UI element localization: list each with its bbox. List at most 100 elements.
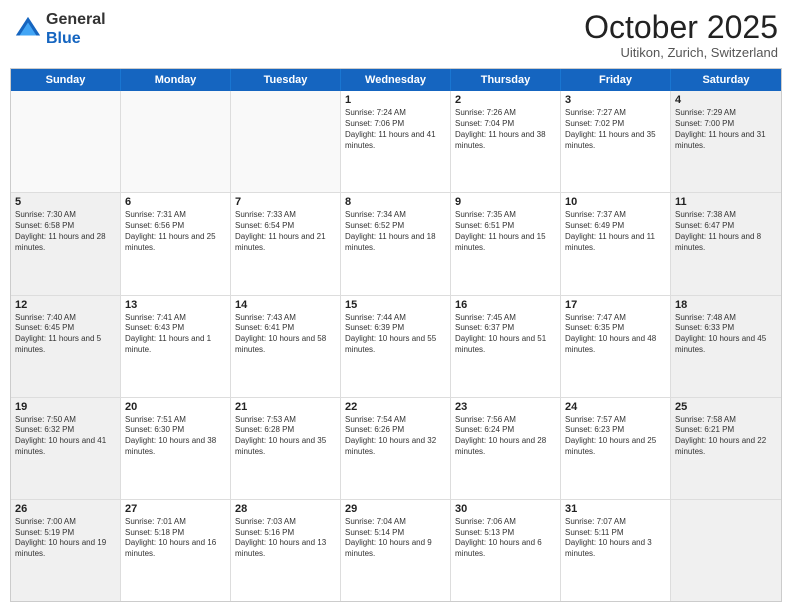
cell-info: Sunrise: 7:01 AM Sunset: 5:18 PM Dayligh… [125,517,226,560]
day-number: 27 [125,503,226,515]
day-number: 18 [675,299,777,311]
weekday-header: Thursday [451,69,561,91]
calendar-header: SundayMondayTuesdayWednesdayThursdayFrid… [11,69,781,91]
day-number: 13 [125,299,226,311]
cell-info: Sunrise: 7:58 AM Sunset: 6:21 PM Dayligh… [675,415,777,458]
day-number: 19 [15,401,116,413]
day-number: 17 [565,299,666,311]
day-number: 1 [345,94,446,106]
cell-info: Sunrise: 7:44 AM Sunset: 6:39 PM Dayligh… [345,313,446,356]
day-number: 11 [675,196,777,208]
calendar-cell [11,91,121,192]
day-number: 24 [565,401,666,413]
logo-text: General Blue [46,10,106,48]
logo-icon [14,15,42,43]
calendar-cell: 15 Sunrise: 7:44 AM Sunset: 6:39 PM Dayli… [341,296,451,397]
day-number: 10 [565,196,666,208]
logo: General Blue [14,10,106,48]
title-block: October 2025 Uitikon, Zurich, Switzerlan… [584,10,778,60]
calendar-row: 19 Sunrise: 7:50 AM Sunset: 6:32 PM Dayli… [11,398,781,500]
calendar-cell: 3 Sunrise: 7:27 AM Sunset: 7:02 PM Daylig… [561,91,671,192]
cell-info: Sunrise: 7:50 AM Sunset: 6:32 PM Dayligh… [15,415,116,458]
weekday-header: Friday [561,69,671,91]
cell-info: Sunrise: 7:54 AM Sunset: 6:26 PM Dayligh… [345,415,446,458]
weekday-header: Tuesday [231,69,341,91]
cell-info: Sunrise: 7:56 AM Sunset: 6:24 PM Dayligh… [455,415,556,458]
cell-info: Sunrise: 7:47 AM Sunset: 6:35 PM Dayligh… [565,313,666,356]
cell-info: Sunrise: 7:51 AM Sunset: 6:30 PM Dayligh… [125,415,226,458]
cell-info: Sunrise: 7:57 AM Sunset: 6:23 PM Dayligh… [565,415,666,458]
calendar-cell: 11 Sunrise: 7:38 AM Sunset: 6:47 PM Dayli… [671,193,781,294]
calendar-cell: 13 Sunrise: 7:41 AM Sunset: 6:43 PM Dayli… [121,296,231,397]
calendar-cell: 17 Sunrise: 7:47 AM Sunset: 6:35 PM Dayli… [561,296,671,397]
day-number: 6 [125,196,226,208]
month-title: October 2025 [584,10,778,45]
day-number: 29 [345,503,446,515]
cell-info: Sunrise: 7:24 AM Sunset: 7:06 PM Dayligh… [345,108,446,151]
day-number: 25 [675,401,777,413]
day-number: 16 [455,299,556,311]
calendar-cell: 21 Sunrise: 7:53 AM Sunset: 6:28 PM Dayli… [231,398,341,499]
day-number: 15 [345,299,446,311]
calendar-row: 26Sunrise: 7:00 AM Sunset: 5:19 PM Dayli… [11,500,781,601]
calendar-cell: 30Sunrise: 7:06 AM Sunset: 5:13 PM Dayli… [451,500,561,601]
calendar-cell: 25 Sunrise: 7:58 AM Sunset: 6:21 PM Dayli… [671,398,781,499]
calendar-cell: 24 Sunrise: 7:57 AM Sunset: 6:23 PM Dayli… [561,398,671,499]
cell-info: Sunrise: 7:03 AM Sunset: 5:16 PM Dayligh… [235,517,336,560]
weekday-header: Sunday [11,69,121,91]
calendar-cell: 23Sunrise: 7:56 AM Sunset: 6:24 PM Dayli… [451,398,561,499]
location: Uitikon, Zurich, Switzerland [584,45,778,60]
calendar-body: 1 Sunrise: 7:24 AM Sunset: 7:06 PM Daylig… [11,91,781,601]
calendar-cell: 31Sunrise: 7:07 AM Sunset: 5:11 PM Dayli… [561,500,671,601]
cell-info: Sunrise: 7:35 AM Sunset: 6:51 PM Dayligh… [455,210,556,253]
calendar-cell: 19 Sunrise: 7:50 AM Sunset: 6:32 PM Dayli… [11,398,121,499]
day-number: 9 [455,196,556,208]
day-number: 5 [15,196,116,208]
cell-info: Sunrise: 7:29 AM Sunset: 7:00 PM Dayligh… [675,108,777,151]
day-number: 14 [235,299,336,311]
cell-info: Sunrise: 7:34 AM Sunset: 6:52 PM Dayligh… [345,210,446,253]
cell-info: Sunrise: 7:45 AM Sunset: 6:37 PM Dayligh… [455,313,556,356]
cell-info: Sunrise: 7:33 AM Sunset: 6:54 PM Dayligh… [235,210,336,253]
calendar-cell: 7 Sunrise: 7:33 AM Sunset: 6:54 PM Daylig… [231,193,341,294]
day-number: 2 [455,94,556,106]
cell-info: Sunrise: 7:43 AM Sunset: 6:41 PM Dayligh… [235,313,336,356]
cell-info: Sunrise: 7:04 AM Sunset: 5:14 PM Dayligh… [345,517,446,560]
cell-info: Sunrise: 7:31 AM Sunset: 6:56 PM Dayligh… [125,210,226,253]
calendar-cell [231,91,341,192]
day-number: 21 [235,401,336,413]
calendar: SundayMondayTuesdayWednesdayThursdayFrid… [10,68,782,602]
logo-general: General [46,11,106,28]
calendar-cell: 4 Sunrise: 7:29 AM Sunset: 7:00 PM Daylig… [671,91,781,192]
calendar-cell: 6 Sunrise: 7:31 AM Sunset: 6:56 PM Daylig… [121,193,231,294]
cell-info: Sunrise: 7:40 AM Sunset: 6:45 PM Dayligh… [15,313,116,356]
day-number: 22 [345,401,446,413]
calendar-cell: 22 Sunrise: 7:54 AM Sunset: 6:26 PM Dayli… [341,398,451,499]
weekday-header: Saturday [671,69,781,91]
cell-info: Sunrise: 7:53 AM Sunset: 6:28 PM Dayligh… [235,415,336,458]
calendar-cell: 12Sunrise: 7:40 AM Sunset: 6:45 PM Dayli… [11,296,121,397]
cell-info: Sunrise: 7:41 AM Sunset: 6:43 PM Dayligh… [125,313,226,356]
day-number: 7 [235,196,336,208]
calendar-cell: 9 Sunrise: 7:35 AM Sunset: 6:51 PM Daylig… [451,193,561,294]
day-number: 26 [15,503,116,515]
calendar-cell: 8Sunrise: 7:34 AM Sunset: 6:52 PM Daylig… [341,193,451,294]
cell-info: Sunrise: 7:38 AM Sunset: 6:47 PM Dayligh… [675,210,777,253]
day-number: 3 [565,94,666,106]
calendar-cell [671,500,781,601]
cell-info: Sunrise: 7:48 AM Sunset: 6:33 PM Dayligh… [675,313,777,356]
calendar-cell: 16 Sunrise: 7:45 AM Sunset: 6:37 PM Dayli… [451,296,561,397]
calendar-cell: 20Sunrise: 7:51 AM Sunset: 6:30 PM Dayli… [121,398,231,499]
weekday-header: Wednesday [341,69,451,91]
cell-info: Sunrise: 7:26 AM Sunset: 7:04 PM Dayligh… [455,108,556,151]
calendar-cell: 28Sunrise: 7:03 AM Sunset: 5:16 PM Dayli… [231,500,341,601]
calendar-row: 1 Sunrise: 7:24 AM Sunset: 7:06 PM Daylig… [11,91,781,193]
cell-info: Sunrise: 7:30 AM Sunset: 6:58 PM Dayligh… [15,210,116,253]
calendar-cell: 2 Sunrise: 7:26 AM Sunset: 7:04 PM Daylig… [451,91,561,192]
logo-blue: Blue [46,30,81,47]
calendar-row: 12Sunrise: 7:40 AM Sunset: 6:45 PM Dayli… [11,296,781,398]
cell-info: Sunrise: 7:27 AM Sunset: 7:02 PM Dayligh… [565,108,666,151]
calendar-cell: 29 Sunrise: 7:04 AM Sunset: 5:14 PM Dayli… [341,500,451,601]
calendar-row: 5 Sunrise: 7:30 AM Sunset: 6:58 PM Daylig… [11,193,781,295]
day-number: 4 [675,94,777,106]
